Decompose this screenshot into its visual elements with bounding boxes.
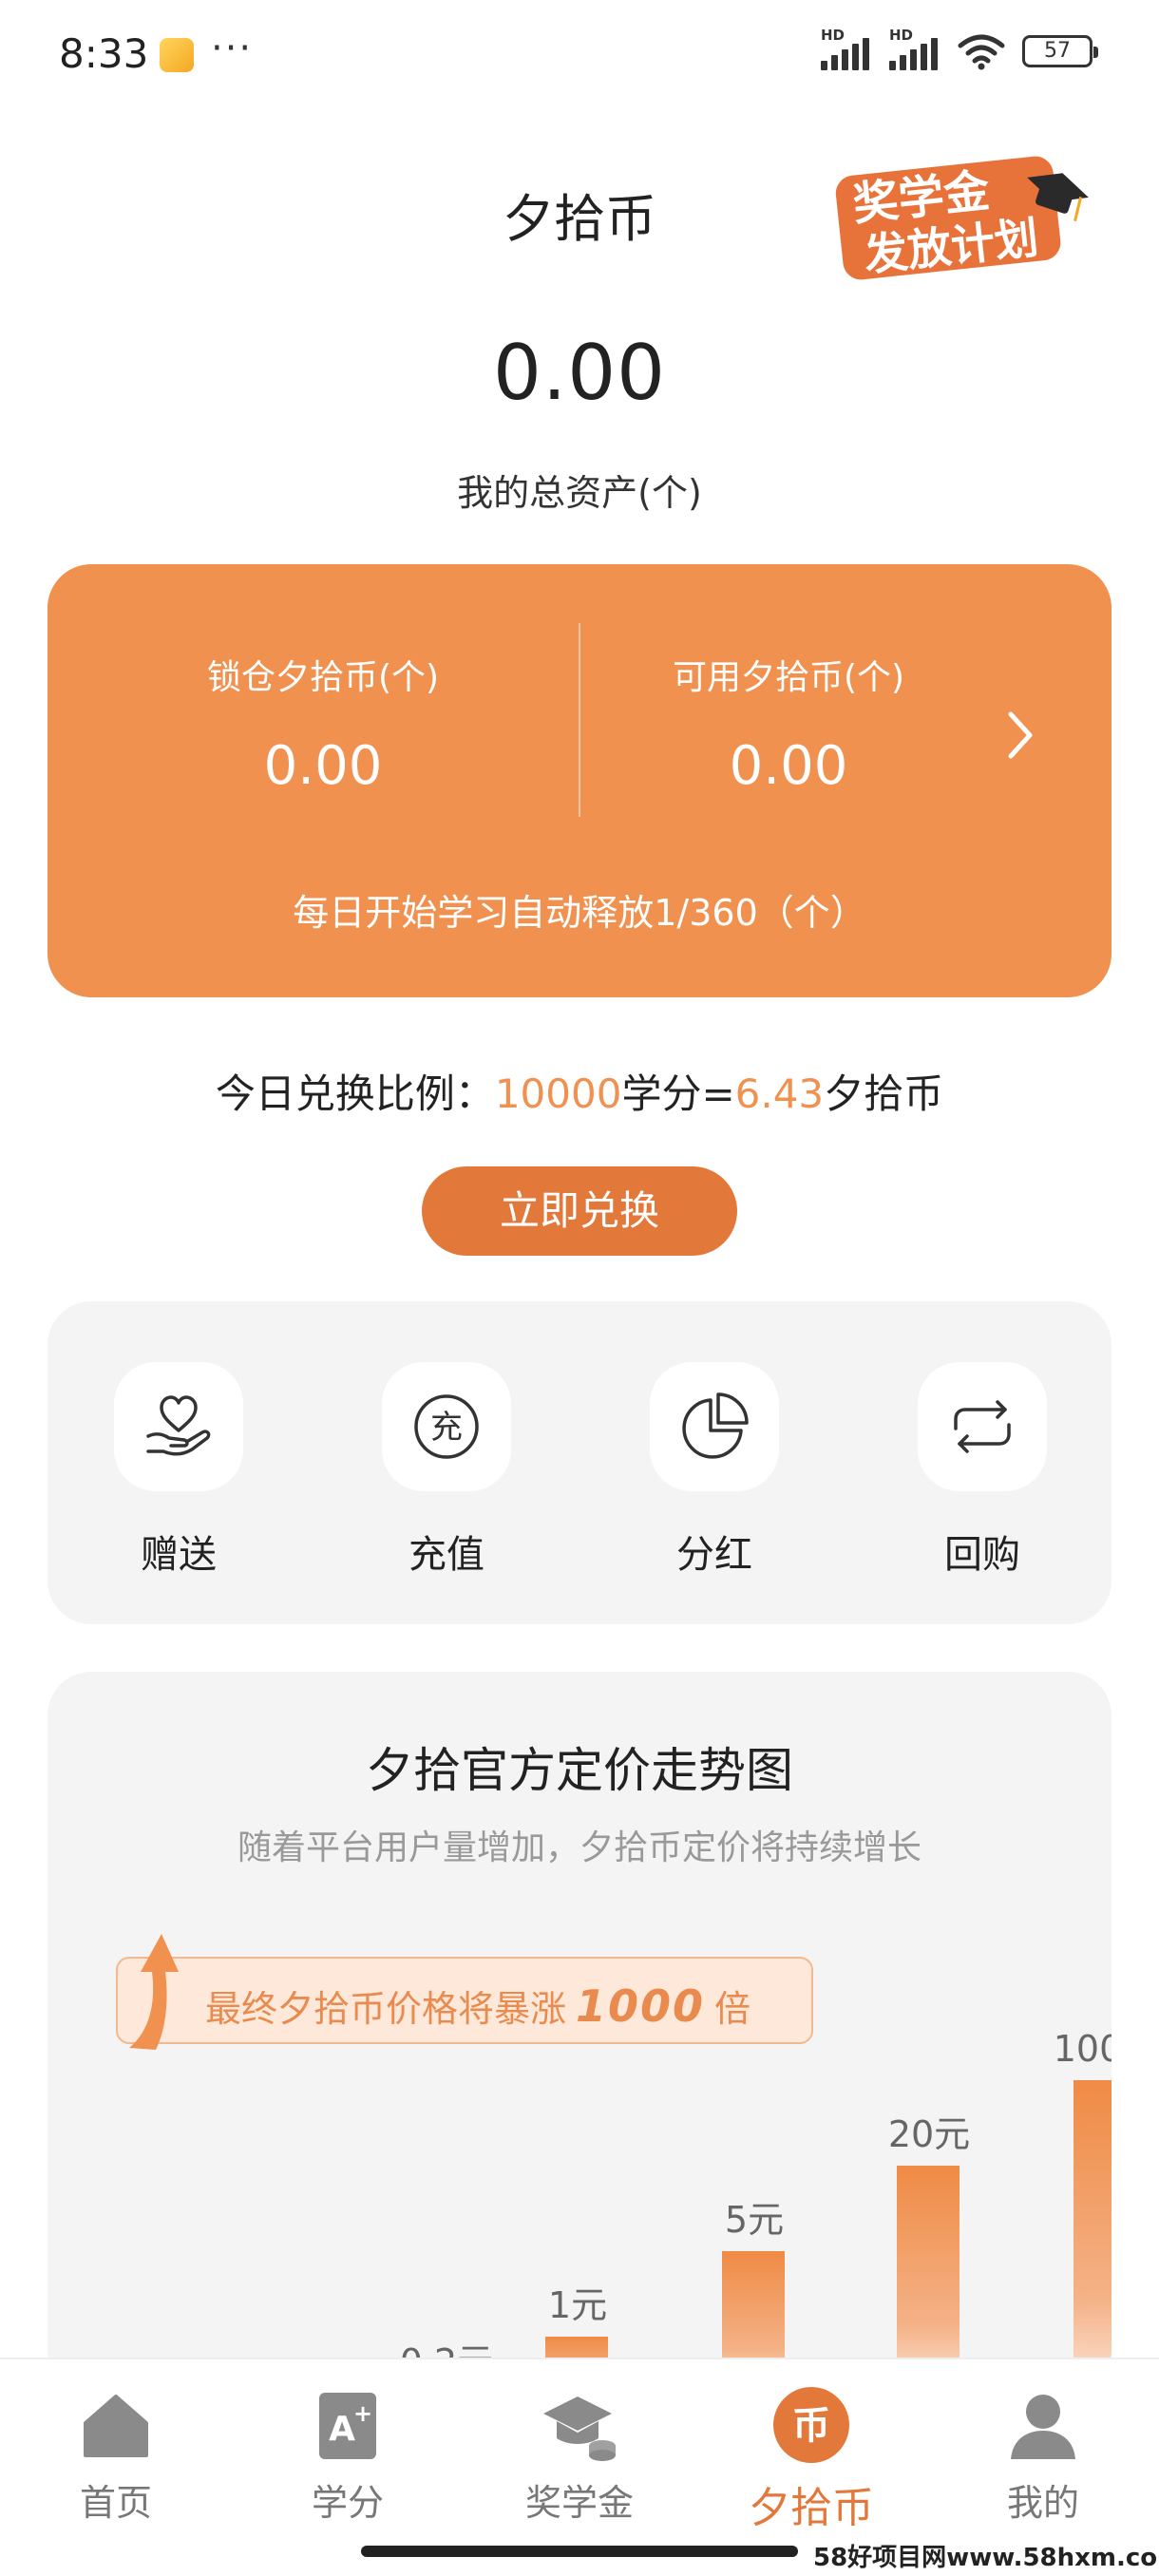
action-repurchase-label: 回购	[944, 1533, 1020, 1577]
trend-banner-text: 最终夕拾币价格将暴涨 1000 倍	[205, 1979, 750, 2032]
scholarship-plan-badge[interactable]: 奖学金 发放计划	[819, 141, 1104, 293]
available-coins: 可用夕拾币(个) 0.00	[551, 650, 1026, 797]
price-trend-panel: 夕拾官方定价走势图 随着平台用户量增加，夕拾币定价将持续增长 最终夕拾币价格将暴…	[48, 1672, 1112, 2394]
gift-heart-icon	[114, 1362, 243, 1491]
signal-hd-label-2: HD	[889, 27, 914, 44]
nav-profile[interactable]: 我的	[948, 2382, 1138, 2526]
nav-credits-label: 学分	[311, 2482, 384, 2524]
trend-bar-label: 100元	[1053, 2028, 1112, 2070]
signal-icon: HD	[821, 27, 872, 70]
action-dividend[interactable]: 分红	[638, 1362, 790, 1579]
svg-text:币: 币	[792, 2404, 830, 2448]
available-coins-value: 0.00	[729, 735, 848, 797]
nav-profile-label: 我的	[1006, 2482, 1079, 2524]
signal-hd-label: HD	[821, 27, 846, 44]
banner-suffix: 倍	[714, 1988, 751, 2030]
nav-coin[interactable]: 币 夕拾币	[716, 2382, 906, 2534]
wifi-icon	[958, 34, 1005, 70]
asset-card[interactable]: 锁仓夕拾币(个) 0.00 可用夕拾币(个) 0.00 每日开始学习自动释放1/…	[48, 564, 1112, 997]
action-gift-label: 赠送	[141, 1533, 217, 1577]
profile-icon	[1000, 2382, 1086, 2468]
trend-subtitle: 随着平台用户量增加，夕拾币定价将持续增长	[237, 1828, 922, 1867]
status-bar: 8:33 ··· HD HD 57	[0, 0, 1159, 104]
banner-prefix: 最终夕拾币价格将暴涨	[205, 1988, 567, 2030]
action-gift[interactable]: 赠送	[103, 1362, 255, 1579]
actions-panel: 赠送 充 充值 分红 回购	[48, 1301, 1112, 1624]
recharge-icon: 充	[382, 1362, 511, 1491]
trend-banner: 最终夕拾币价格将暴涨 1000 倍	[116, 1957, 813, 2044]
nav-coin-label: 夕拾币	[749, 2484, 874, 2532]
notification-app-icon	[160, 38, 194, 72]
rate-prefix: 今日兑换比例：	[215, 1070, 495, 1117]
svg-text:A: A	[329, 2410, 355, 2449]
nav-credits[interactable]: A + 学分	[253, 2382, 443, 2526]
available-coins-label: 可用夕拾币(个)	[672, 658, 905, 697]
watermark: 58好项目网www.58hxm.com	[808, 2538, 1159, 2573]
locked-coins: 锁仓夕拾币(个) 0.00	[86, 650, 560, 797]
repurchase-icon	[918, 1362, 1047, 1491]
trend-bar	[1074, 2080, 1112, 2394]
scholarship-icon	[537, 2382, 622, 2468]
svg-text:充: 充	[430, 1409, 463, 1447]
battery-icon: 57	[1022, 35, 1098, 67]
action-dividend-label: 分红	[676, 1533, 752, 1577]
rate-credits: 10000	[494, 1070, 622, 1117]
action-repurchase[interactable]: 回购	[906, 1362, 1058, 1579]
up-arrow-icon	[129, 1934, 179, 2050]
nav-home-label: 首页	[79, 2482, 152, 2524]
trend-bar-label: 5元	[724, 2199, 785, 2241]
locked-coins-label: 锁仓夕拾币(个)	[206, 658, 440, 697]
coin-icon: 币	[769, 2382, 854, 2468]
nav-scholarship[interactable]: 奖学金	[484, 2382, 674, 2526]
trend-title: 夕拾官方定价走势图	[366, 1743, 793, 1798]
rate-coins: 6.43	[734, 1070, 825, 1117]
chevron-right-icon[interactable]	[998, 697, 1045, 773]
signal-icon-2: HD	[889, 27, 940, 70]
status-time: 8:33	[59, 30, 149, 77]
pie-chart-icon	[650, 1362, 779, 1491]
total-assets-value: 0.00	[492, 329, 667, 417]
more-notifications-icon: ···	[211, 27, 254, 70]
rate-coins-unit: 夕拾币	[824, 1070, 944, 1117]
svg-text:+: +	[353, 2400, 372, 2427]
exchange-rate: 今日兑换比例：10000学分=6.43夕拾币	[0, 1062, 1159, 1120]
action-recharge-label: 充值	[408, 1533, 484, 1577]
trend-bar-label: 1元	[547, 2284, 608, 2326]
home-icon	[73, 2382, 159, 2468]
rate-credits-unit: 学分=	[621, 1070, 735, 1117]
credit-icon: A +	[305, 2382, 390, 2468]
exchange-now-button[interactable]: 立即兑换	[422, 1166, 737, 1256]
trend-bar-label: 20元	[887, 2113, 971, 2155]
nav-scholarship-label: 奖学金	[524, 2482, 634, 2524]
locked-coins-value: 0.00	[263, 735, 383, 797]
nav-home[interactable]: 首页	[21, 2382, 211, 2526]
home-indicator[interactable]	[361, 2546, 798, 2557]
action-recharge[interactable]: 充 充值	[370, 1362, 522, 1579]
banner-multiplier: 1000	[576, 1980, 706, 2032]
total-assets-label: 我的总资产(个)	[457, 472, 702, 514]
release-info: 每日开始学习自动释放1/360（个）	[293, 892, 866, 934]
